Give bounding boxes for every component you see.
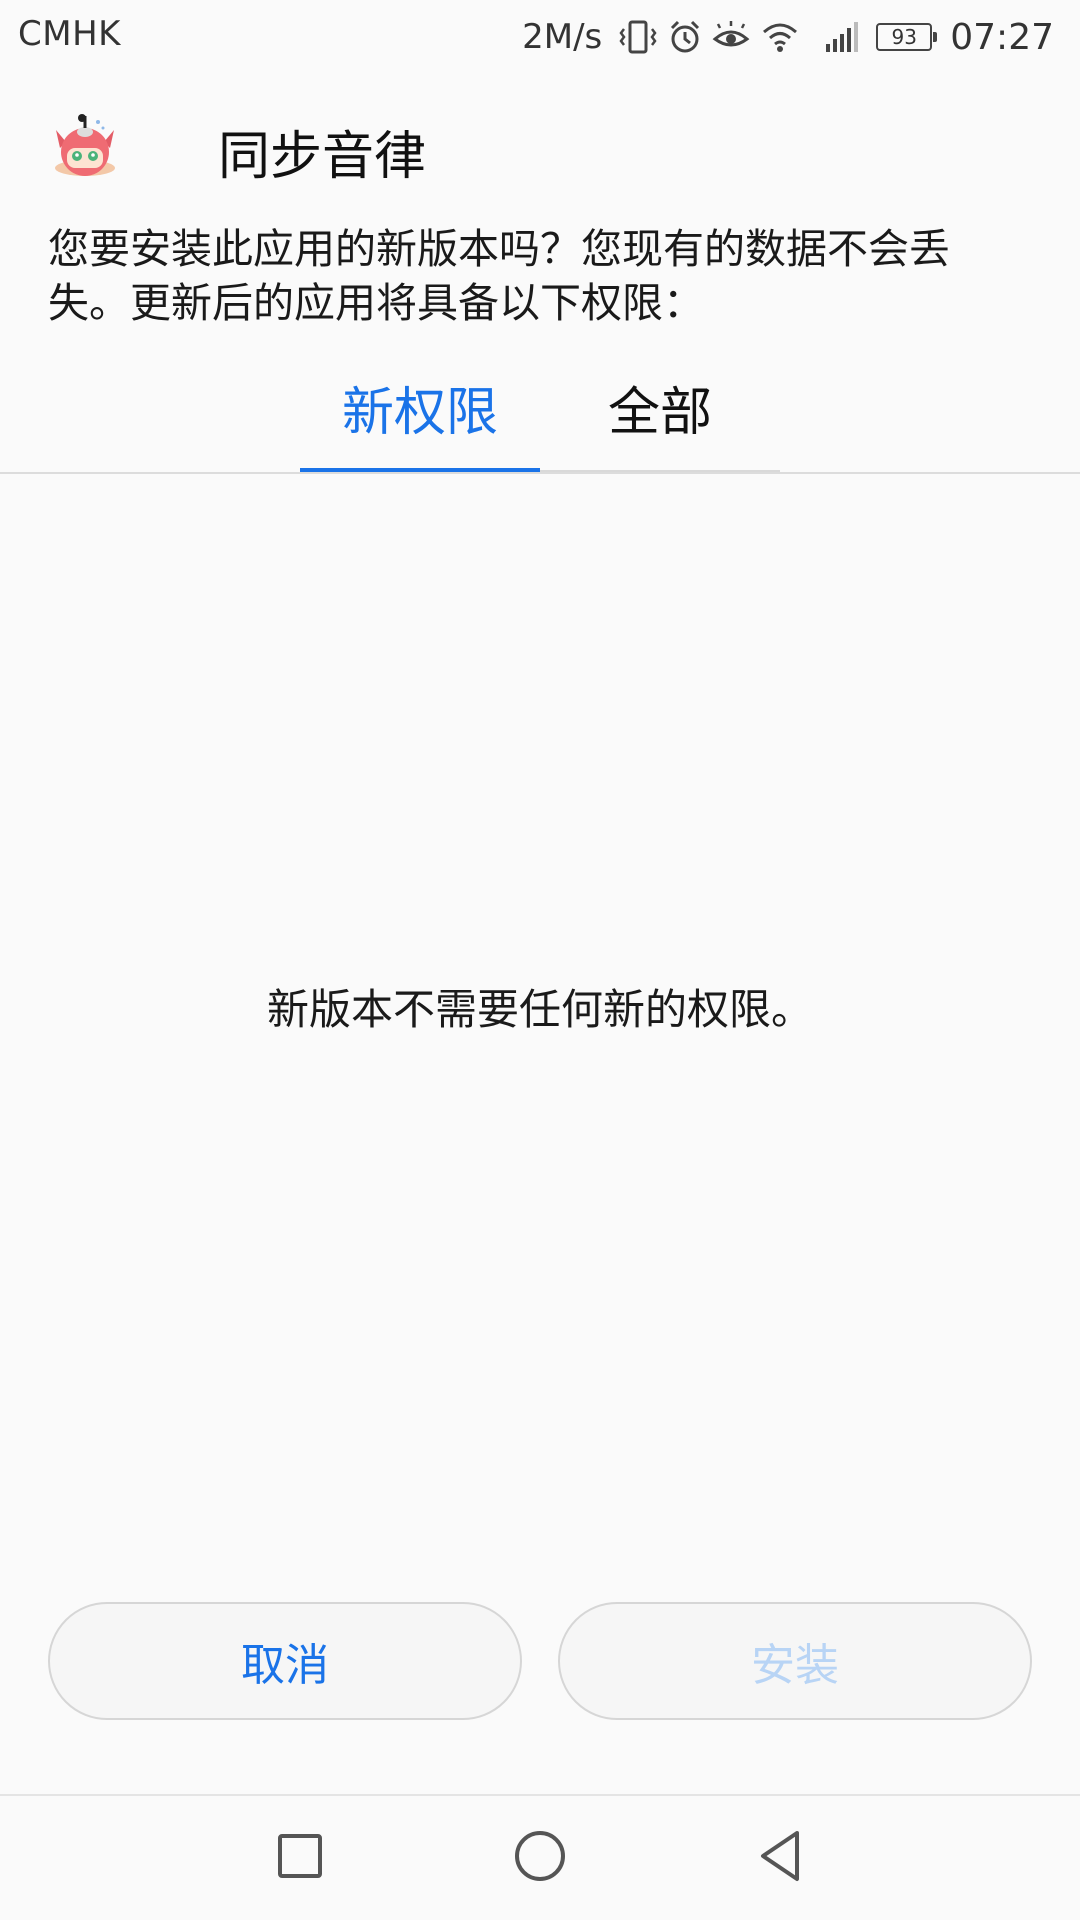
tabs-divider <box>0 472 1080 474</box>
tab-label: 新权限 <box>341 383 498 443</box>
wifi-icon <box>760 20 800 54</box>
install-prompt: 您要安装此应用的新版本吗？您现有的数据不会丢失。更新后的应用将具备以下权限： <box>48 225 950 327</box>
app-icon <box>48 108 122 182</box>
carrier-label: CMHK <box>18 14 121 54</box>
home-icon[interactable] <box>508 1824 572 1888</box>
cancel-button[interactable]: 取消 <box>48 1602 522 1720</box>
alarm-icon <box>668 19 702 55</box>
battery-icon: 93 <box>876 23 938 51</box>
recent-apps-icon[interactable] <box>268 1824 332 1888</box>
battery-level: 93 <box>891 25 917 49</box>
tab-all-permissions[interactable]: 全部 <box>540 360 780 474</box>
signal-icon <box>824 20 860 54</box>
tab-new-permissions[interactable]: 新权限 <box>300 360 540 474</box>
status-bar: CMHK 2M/s 93 07:27 <box>0 0 1080 74</box>
permission-tabs: 新权限 全部 <box>300 360 780 474</box>
back-icon[interactable] <box>748 1824 812 1888</box>
install-button[interactable]: 安装 <box>558 1602 1032 1720</box>
status-icons: 2M/s 93 07:27 <box>522 12 1054 62</box>
no-new-permissions-message: 新版本不需要任何新的权限。 <box>266 985 813 1034</box>
app-name: 同步音律 <box>218 127 427 187</box>
vibrate-icon <box>618 19 658 55</box>
network-speed: 2M/s <box>522 17 603 57</box>
clock: 07:27 <box>950 16 1054 58</box>
cancel-button-label: 取消 <box>241 1640 329 1691</box>
install-button-label: 安装 <box>751 1640 839 1691</box>
navigation-bar <box>0 1794 1080 1920</box>
eye-comfort-icon <box>712 19 750 55</box>
tab-label: 全部 <box>607 383 712 443</box>
